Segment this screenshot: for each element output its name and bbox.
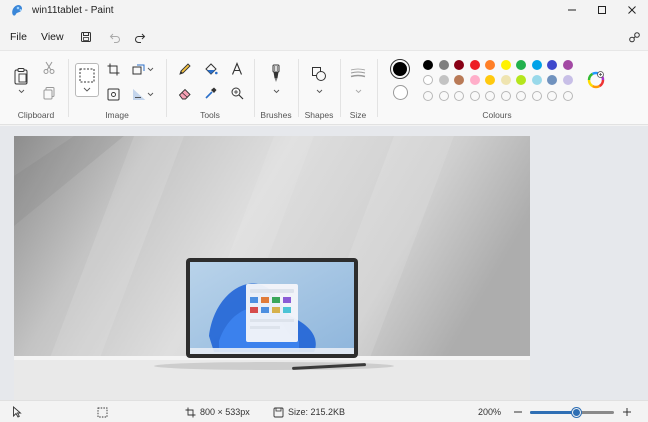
canvas-image[interactable]	[14, 136, 530, 400]
paste-chevron-icon[interactable]	[17, 87, 25, 95]
group-label-tools: Tools	[200, 110, 220, 120]
zoom-slider-thumb[interactable]	[571, 408, 581, 417]
file-size-icon	[269, 403, 287, 421]
colour-swatch[interactable]	[500, 75, 511, 85]
minimize-button[interactable]	[557, 0, 587, 20]
zoom-out-icon[interactable]	[509, 403, 527, 421]
shapes-chevron-icon[interactable]	[315, 87, 323, 95]
size-icon[interactable]	[349, 67, 367, 79]
colour-swatch[interactable]	[516, 60, 526, 70]
cursor-position-icon	[8, 403, 26, 421]
fill-icon[interactable]	[202, 60, 220, 78]
custom-colour-slot[interactable]	[500, 91, 511, 101]
ribbon-divider	[377, 59, 378, 117]
colour-swatch[interactable]	[438, 75, 449, 85]
title-bar: win11tablet - Paint	[0, 0, 648, 22]
colour-swatch[interactable]	[485, 75, 495, 85]
custom-colour-slot[interactable]	[485, 91, 495, 101]
group-label-image: Image	[105, 110, 129, 120]
custom-colour-slot[interactable]	[454, 91, 464, 101]
select-button[interactable]	[75, 63, 99, 97]
custom-colour-slot[interactable]	[547, 91, 557, 101]
custom-colour-slot[interactable]	[562, 91, 573, 101]
custom-colour-slot[interactable]	[469, 91, 480, 101]
save-icon[interactable]	[78, 29, 94, 45]
custom-colour-slot[interactable]	[516, 91, 526, 101]
undo-icon[interactable]	[107, 29, 123, 45]
group-label-colours: Colours	[482, 110, 512, 120]
canvas-area[interactable]	[0, 126, 648, 400]
colour-swatch[interactable]	[423, 60, 433, 70]
copy-icon[interactable]	[40, 84, 58, 102]
image-dimensions: 800 × 533px	[200, 407, 250, 417]
colour-swatch[interactable]	[562, 75, 573, 85]
ribbon: Clipboard Image Tools Brushes Shapes Siz…	[0, 50, 648, 125]
rotate-chevron-icon[interactable]	[146, 90, 154, 98]
zoom-in-icon[interactable]	[618, 403, 636, 421]
resize-chevron-icon[interactable]	[146, 65, 154, 73]
group-label-clipboard: Clipboard	[17, 110, 55, 120]
close-button[interactable]	[617, 0, 647, 20]
selection-size-icon	[93, 403, 111, 421]
color-picker-icon[interactable]	[202, 84, 220, 102]
pencil-icon[interactable]	[176, 60, 194, 78]
colour-swatch[interactable]	[423, 75, 433, 85]
colour-swatch[interactable]	[562, 60, 573, 70]
colour-swatch[interactable]	[454, 75, 464, 85]
image-dimensions-icon	[181, 403, 199, 421]
window-title: win11tablet - Paint	[32, 5, 114, 16]
size-chevron-icon[interactable]	[354, 87, 362, 95]
colour-swatch[interactable]	[469, 60, 480, 70]
group-label-size: Size	[349, 110, 367, 120]
colour-swatch[interactable]	[547, 60, 557, 70]
shapes-icon[interactable]	[311, 65, 327, 83]
colour-swatch[interactable]	[531, 60, 542, 70]
ribbon-divider	[166, 59, 167, 117]
image-select-icon[interactable]	[104, 85, 122, 103]
primary-color-button[interactable]	[390, 59, 410, 79]
crop-icon[interactable]	[104, 60, 122, 78]
colour-swatch[interactable]	[485, 60, 495, 70]
group-label-brushes: Brushes	[260, 110, 292, 120]
custom-colour-slot[interactable]	[438, 91, 449, 101]
custom-colour-slot[interactable]	[531, 91, 542, 101]
ribbon-divider	[340, 59, 341, 117]
colour-swatch[interactable]	[500, 60, 511, 70]
colour-swatch[interactable]	[531, 75, 542, 85]
colour-swatch[interactable]	[469, 75, 480, 85]
menu-view[interactable]: View	[41, 31, 64, 43]
settings-icon[interactable]	[626, 29, 642, 45]
zoom-level[interactable]: 200%	[478, 407, 501, 417]
primary-color-swatch	[393, 62, 407, 76]
ribbon-divider	[254, 59, 255, 117]
status-bar: 800 × 533px Size: 215.2KB 200%	[0, 400, 648, 422]
colour-swatch[interactable]	[438, 60, 449, 70]
menu-file[interactable]: File	[10, 31, 27, 43]
colour-swatch[interactable]	[516, 75, 526, 85]
secondary-color-button[interactable]	[393, 85, 408, 100]
ribbon-divider	[298, 59, 299, 117]
magnifier-icon[interactable]	[228, 84, 246, 102]
maximize-button[interactable]	[587, 0, 617, 20]
brushes-chevron-icon[interactable]	[272, 87, 280, 95]
group-label-shapes: Shapes	[304, 110, 334, 120]
ribbon-divider	[68, 59, 69, 117]
file-size: Size: 215.2KB	[288, 407, 346, 417]
redo-icon[interactable]	[132, 29, 148, 45]
edit-colours-icon[interactable]	[587, 71, 605, 89]
paste-icon[interactable]	[11, 65, 31, 87]
custom-colour-slot[interactable]	[423, 91, 433, 101]
zoom-slider[interactable]	[530, 408, 614, 417]
brush-icon[interactable]	[268, 63, 284, 85]
text-icon[interactable]	[228, 60, 246, 78]
colour-swatch[interactable]	[547, 75, 557, 85]
zoom-slider-fill	[530, 411, 577, 414]
colour-swatch[interactable]	[454, 60, 464, 70]
eraser-icon[interactable]	[176, 84, 194, 102]
cut-icon[interactable]	[40, 59, 58, 77]
paint-app-icon	[10, 4, 24, 18]
menu-bar: File View	[0, 24, 648, 50]
